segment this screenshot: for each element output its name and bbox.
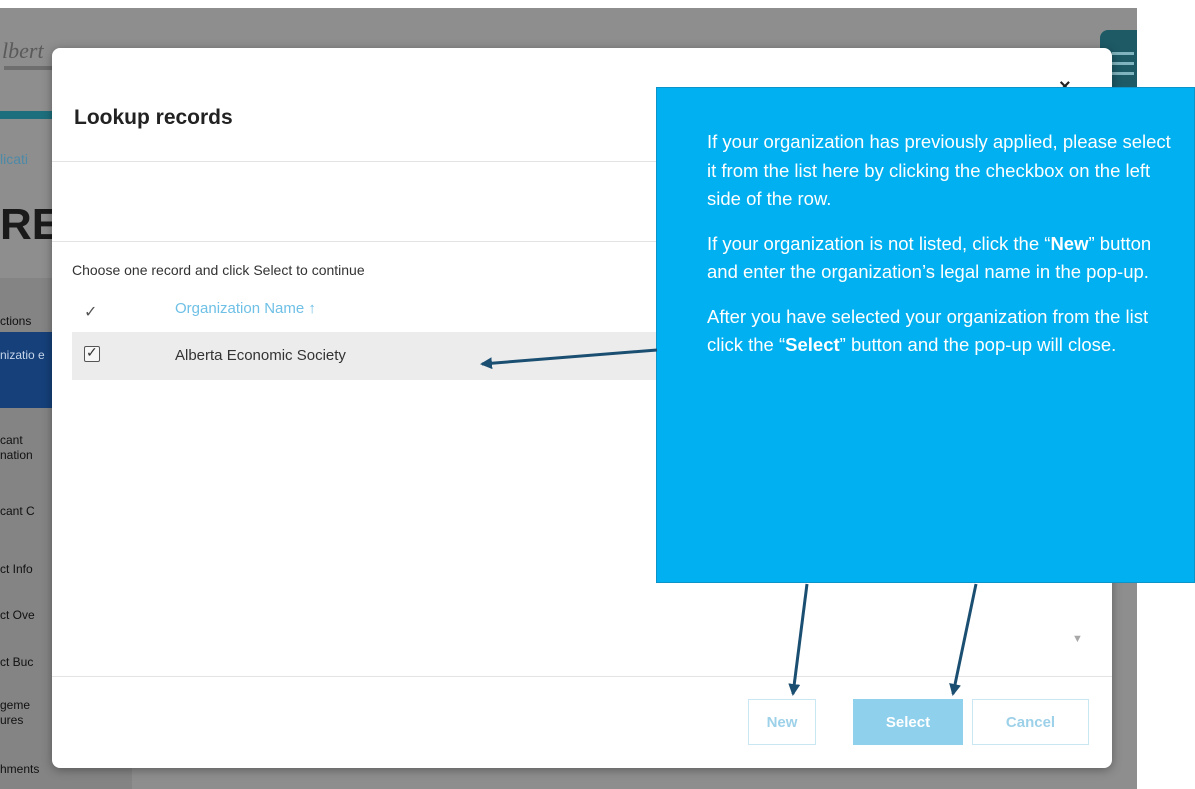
arrow-to-row xyxy=(480,348,658,370)
arrow-to-select-button xyxy=(949,583,978,696)
arrow-to-new-button xyxy=(788,583,809,696)
callout-arrows xyxy=(480,348,978,696)
